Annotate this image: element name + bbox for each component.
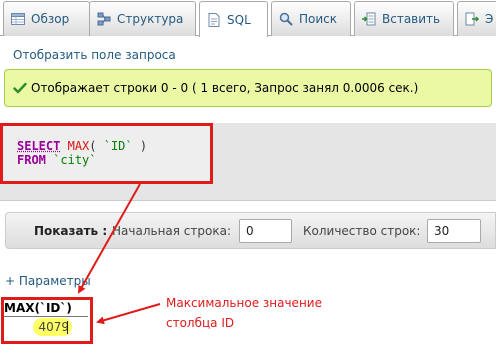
- tab-browse[interactable]: Обзор: [3, 1, 90, 36]
- tab-sql-label: SQL: [227, 12, 251, 27]
- success-message: Отображает строки 0 - 0 ( 1 всего, Запро…: [4, 69, 492, 107]
- check-icon: [13, 82, 27, 94]
- sql-column-id: `ID`: [103, 139, 133, 153]
- tab-browse-label: Обзор: [31, 12, 70, 26]
- sql-keyword-from[interactable]: FROM: [17, 153, 46, 167]
- tab-export[interactable]: Э: [457, 1, 496, 36]
- tab-sql[interactable]: SQL: [199, 1, 268, 37]
- result-column-header[interactable]: MAX(`ID`): [4, 301, 72, 315]
- row-count-label: Количество строк:: [303, 224, 421, 238]
- sql-function-max[interactable]: MAX: [68, 139, 90, 153]
- row-count-input[interactable]: [427, 219, 481, 243]
- sql-table-city: `city`: [53, 153, 97, 167]
- sql-icon: [208, 12, 220, 27]
- sql-line-select: SELECT MAX( `ID` ): [17, 139, 147, 153]
- tab-insert-label: Вставить: [382, 12, 441, 26]
- tab-structure-label: Структура: [117, 12, 184, 26]
- start-row-input[interactable]: [239, 219, 292, 243]
- success-message-text: Отображает строки 0 - 0 ( 1 всего, Запро…: [31, 81, 419, 95]
- browse-icon: [11, 13, 25, 25]
- sql-line-from: FROM `city`: [17, 153, 97, 167]
- annotation-line-1: Максимальное значение: [166, 296, 322, 310]
- tab-insert[interactable]: Вставить: [354, 1, 454, 36]
- arrow-annotation-to-result: [96, 303, 161, 325]
- text-cursor: [67, 321, 68, 334]
- annotation-line-2: столбца ID: [166, 316, 235, 330]
- navigation-bar: Показать : Начальная строка: Количество …: [5, 212, 496, 249]
- show-query-link[interactable]: Отобразить поле запроса: [13, 48, 176, 62]
- search-icon: [279, 12, 293, 26]
- tab-search[interactable]: Поиск: [271, 1, 351, 36]
- sql-paren-close: ): [132, 139, 148, 153]
- tab-export-label: Э: [485, 12, 494, 26]
- tab-structure[interactable]: Структура: [89, 1, 196, 36]
- tab-bar: Обзор Структура SQL Поиск Вставить Э: [0, 0, 496, 37]
- structure-icon: [97, 12, 111, 26]
- sql-query-highlight: SELECT MAX( `ID` ) FROM `city`: [0, 123, 213, 184]
- sql-paren-open: (: [89, 139, 104, 153]
- tab-search-label: Поиск: [299, 12, 338, 26]
- export-icon: [465, 12, 480, 26]
- start-row-label: Начальная строка:: [112, 224, 231, 238]
- show-label: Показать :: [34, 224, 108, 238]
- result-header-divider: [4, 316, 88, 317]
- options-link[interactable]: + Параметры: [5, 274, 91, 288]
- insert-icon: [362, 12, 376, 26]
- sql-keyword-select[interactable]: SELECT: [17, 139, 60, 153]
